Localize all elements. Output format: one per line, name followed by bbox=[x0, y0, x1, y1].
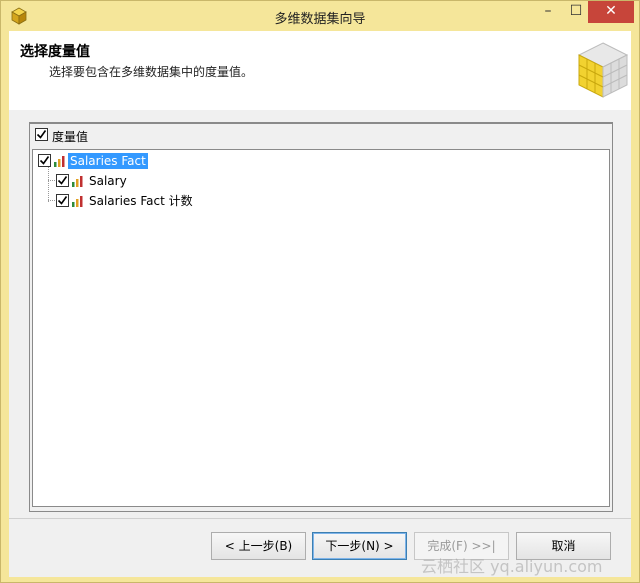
page-subtitle: 选择要包含在多维数据集中的度量值。 bbox=[49, 65, 254, 79]
cube-banner-icon bbox=[577, 42, 629, 98]
wizard-window: 多维数据集向导 – ☐ ✕ 选择度量值 选择要包含在多维数据集中的度量值。 度量… bbox=[0, 0, 640, 583]
footer-divider bbox=[9, 518, 631, 519]
measure-label[interactable]: Salary bbox=[89, 173, 127, 189]
back-button[interactable]: < 上一步(B) bbox=[211, 532, 306, 560]
measure-bar-icon bbox=[72, 196, 83, 207]
measure-bar-icon bbox=[72, 176, 83, 187]
header-divider bbox=[9, 109, 631, 110]
measure-group-bar-icon bbox=[54, 156, 65, 167]
maximize-button[interactable]: ☐ bbox=[562, 1, 590, 23]
measure-group-label[interactable]: Salaries Fact bbox=[68, 153, 148, 169]
minimize-button[interactable]: – bbox=[533, 1, 563, 23]
title-bar[interactable]: 多维数据集向导 – ☐ ✕ bbox=[1, 1, 639, 31]
measures-panel-label: 度量值 bbox=[52, 130, 89, 144]
measure-checkbox[interactable] bbox=[56, 194, 69, 207]
next-button[interactable]: 下一步(N) > bbox=[312, 532, 407, 560]
measure-group-checkbox[interactable] bbox=[38, 154, 51, 167]
watermark: 云栖社区 yq.aliyun.com bbox=[421, 557, 603, 576]
measures-panel-header: 度量值 bbox=[30, 124, 612, 146]
checkmark-icon bbox=[36, 130, 47, 139]
wizard-header: 选择度量值 选择要包含在多维数据集中的度量值。 bbox=[9, 31, 631, 110]
close-button[interactable]: ✕ bbox=[588, 1, 634, 23]
checkmark-icon bbox=[39, 156, 50, 165]
wizard-body: 选择度量值 选择要包含在多维数据集中的度量值。 度量值 Salaries Fac… bbox=[9, 31, 631, 577]
measures-all-checkbox[interactable] bbox=[35, 128, 48, 141]
tree-node-measure-group[interactable]: Salaries Fact bbox=[33, 152, 333, 170]
checkmark-icon bbox=[57, 196, 68, 205]
measure-checkbox[interactable] bbox=[56, 174, 69, 187]
page-title: 选择度量值 bbox=[20, 44, 90, 60]
tree-node-measure[interactable]: Salary bbox=[33, 172, 333, 190]
checkmark-icon bbox=[57, 176, 68, 185]
measures-panel: 度量值 Salaries Fact Salary Salaries Fact 计… bbox=[29, 122, 613, 512]
measures-tree[interactable]: Salaries Fact Salary Salaries Fact 计数 bbox=[32, 149, 610, 507]
tree-node-measure[interactable]: Salaries Fact 计数 bbox=[33, 192, 333, 210]
measure-label[interactable]: Salaries Fact 计数 bbox=[89, 193, 193, 209]
